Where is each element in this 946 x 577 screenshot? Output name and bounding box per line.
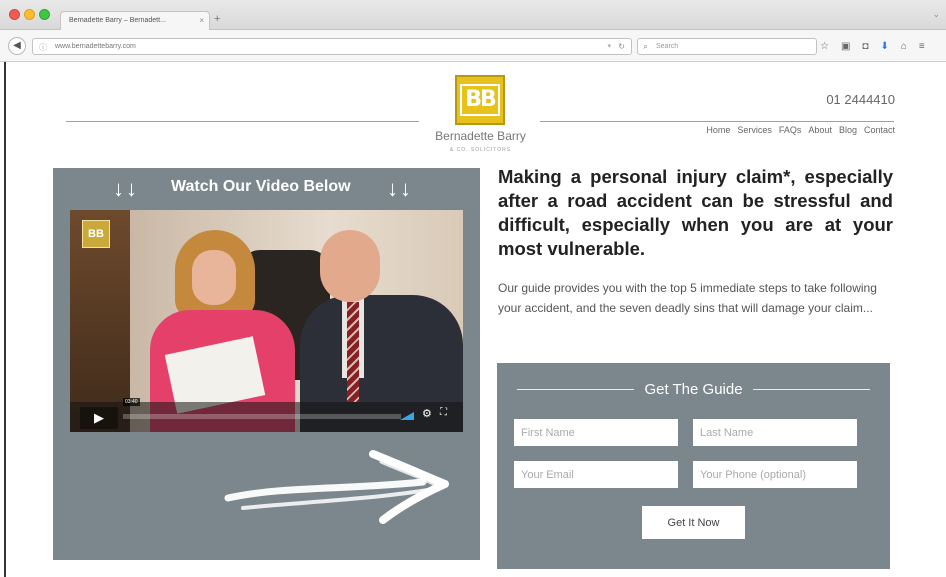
browser-navbar: ◀ ⓘ www.bernadettebarry.com ▾ ↻ ⌕ Search… [0,30,946,62]
reading-list-icon[interactable]: ▣ [841,41,850,52]
get-it-now-button[interactable]: Get It Now [642,506,745,539]
video-man-tie [347,302,359,402]
window-minimize-button[interactable] [24,9,35,20]
browser-tabbar: Bernadette Barry – Bernadett... × + ⌄ [0,0,946,30]
new-tab-button[interactable]: + [214,13,220,25]
guide-form: Get The Guide Get It Now [497,363,890,569]
email-field[interactable] [514,461,678,488]
video-man-head [320,230,380,302]
video-controls: ▶ 03:40 ⚙ ⛶ [70,398,463,432]
video-panel: ↓↓ Watch Our Video Below ↓↓ BB ▶ 03:40 ⚙… [53,168,480,560]
video-time: 03:40 [123,398,140,406]
page-edge [4,62,6,577]
pocket-icon[interactable]: ◘ [862,41,868,52]
last-name-field[interactable] [693,419,857,446]
brush-arrow-icon [224,450,449,524]
bookmark-star-icon[interactable]: ☆ [820,41,829,52]
toolbar-icons: ☆ ▣ ◘ ⬇ ⌂ ≡ [820,41,925,52]
form-title-line-left [517,389,635,390]
settings-gear-icon[interactable]: ⚙ [422,407,432,420]
guide-description: Our guide provides you with the top 5 im… [498,281,877,315]
phone-number[interactable]: 01 2444410 [800,92,895,107]
home-icon[interactable]: ⌂ [901,41,907,52]
main-headline: Making a personal injury claim*, especia… [498,166,893,259]
play-icon[interactable]: ▶ [80,407,118,429]
form-title-row: Get The Guide [517,381,870,398]
first-name-field[interactable] [514,419,678,446]
back-button[interactable]: ◀ [8,37,26,55]
window-menu-icon[interactable]: ⌄ [932,9,940,20]
phone-field[interactable] [693,461,857,488]
browser-tab[interactable]: Bernadette Barry – Bernadett... × [60,11,210,30]
menu-icon[interactable]: ≡ [919,41,925,52]
fullscreen-icon[interactable]: ⛶ [440,407,447,418]
search-placeholder: Search [656,43,679,50]
form-title: Get The Guide [644,381,743,398]
form-title-line-right [752,389,870,390]
video-logo: BB [82,220,110,248]
video-woman-face [192,250,236,305]
brand-subtitle: & CO. SOLICITORS [449,147,512,153]
nav-blog[interactable]: Blog [839,125,857,135]
window-close-button[interactable] [9,9,20,20]
window-maximize-button[interactable] [39,9,50,20]
brand-name: Bernadette Barry [435,129,526,143]
reload-icon[interactable]: ↻ [618,42,625,51]
search-box[interactable]: ⌕ Search [637,38,817,55]
nav-contact[interactable]: Contact [864,125,895,135]
nav-home[interactable]: Home [706,125,730,135]
nav-about[interactable]: About [808,125,832,135]
video-progress-track[interactable] [123,414,401,419]
nav-faqs[interactable]: FAQs [779,125,802,135]
header-divider-right [540,121,894,122]
video-heading: Watch Our Video Below [171,178,351,195]
logo-letters: BB [460,84,500,116]
video-player[interactable]: BB ▶ 03:40 ⚙ ⛶ [70,210,463,432]
down-arrows-right-icon: ↓↓ [387,176,413,201]
url-text: www.bernadettebarry.com [55,43,136,50]
volume-icon[interactable] [400,412,414,420]
tab-close-icon[interactable]: × [199,16,204,25]
download-icon[interactable]: ⬇ [880,41,888,52]
site-info-icon[interactable]: ⓘ [39,42,47,53]
url-dropdown-icon[interactable]: ▾ [607,42,611,50]
tab-title: Bernadette Barry – Bernadett... [69,17,166,24]
address-bar[interactable]: ⓘ www.bernadettebarry.com ▾ ↻ [32,38,632,55]
back-arrow-icon: ◀ [13,40,21,51]
nav-services[interactable]: Services [737,125,772,135]
down-arrows-left-icon: ↓↓ [113,176,139,201]
site-logo[interactable]: BB [455,75,505,125]
search-icon: ⌕ [643,41,649,51]
main-nav: Home Services FAQs About Blog Contact [600,125,895,135]
header-divider-left [66,121,419,122]
